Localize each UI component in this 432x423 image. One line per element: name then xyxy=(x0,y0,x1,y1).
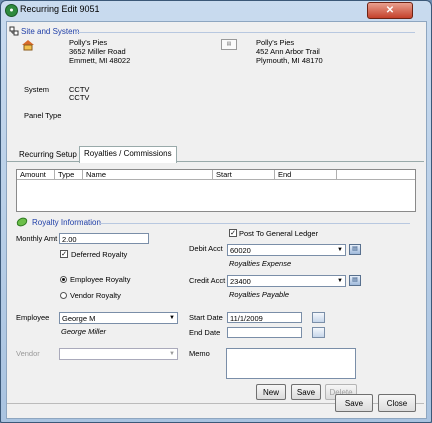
vendor-royalty-radio[interactable] xyxy=(60,292,67,299)
site-system-divider xyxy=(75,32,415,33)
app-icon: ● xyxy=(5,4,18,17)
chevron-down-icon[interactable]: ▼ xyxy=(167,313,177,323)
post-gl-checkbox[interactable]: ✓ xyxy=(229,229,237,237)
grid-header-name[interactable]: Name xyxy=(83,170,213,180)
site-name: Polly's Pies xyxy=(69,38,108,47)
employee-select[interactable]: George M ▼ xyxy=(59,312,178,324)
site-system-header: Site and System xyxy=(21,27,80,36)
debit-acct-label: Debit Acct xyxy=(189,244,223,253)
employee-royalty-radio[interactable] xyxy=(60,276,67,283)
system-label: System xyxy=(24,85,50,94)
grid-header-amount[interactable]: Amount xyxy=(17,170,55,180)
new-button[interactable]: New xyxy=(256,384,286,400)
monthly-amt-input[interactable]: 2.00 xyxy=(59,233,149,244)
credit-acct-value: 23400 xyxy=(230,277,251,286)
calendar-icon[interactable] xyxy=(312,327,325,338)
credit-acct-desc: Royalties Payable xyxy=(229,290,290,299)
vendor-royalty-label[interactable]: Vendor Royalty xyxy=(70,291,121,300)
start-date-input[interactable]: 11/1/2009 xyxy=(227,312,302,323)
panel-type-label: Panel Type xyxy=(24,111,62,120)
grid-header-end[interactable]: End xyxy=(275,170,337,180)
employee-full-name: George Miller xyxy=(61,327,107,336)
vendor-label: Vendor xyxy=(16,349,40,358)
save-button[interactable]: Save xyxy=(335,394,373,412)
deferred-royalty-label[interactable]: Deferred Royalty xyxy=(71,250,127,259)
save-royalty-button[interactable]: Save xyxy=(291,384,321,400)
debit-lookup-icon[interactable]: ▤ xyxy=(349,244,361,255)
employee-royalty-label[interactable]: Employee Royalty xyxy=(70,275,130,284)
debit-acct-desc: Royalties Expense xyxy=(229,259,292,268)
post-gl-label[interactable]: Post To General Ledger xyxy=(239,229,318,238)
employee-label: Employee xyxy=(16,313,50,322)
start-date-label: Start Date xyxy=(189,313,223,322)
royalty-icon xyxy=(16,217,28,227)
house-icon xyxy=(22,40,34,51)
debit-acct-select[interactable]: 60020 ▼ xyxy=(227,244,346,256)
employee-select-value: George M xyxy=(62,314,96,323)
credit-acct-label: Credit Acct xyxy=(189,276,226,285)
royalty-info-header: Royalty Information xyxy=(32,218,101,227)
grid-header-empty xyxy=(337,170,415,180)
vendor-select[interactable]: ▼ xyxy=(59,348,178,360)
memo-textarea[interactable] xyxy=(226,348,356,379)
bill-to-icon: ▤ xyxy=(221,39,237,50)
chevron-down-icon[interactable]: ▼ xyxy=(335,245,345,255)
calendar-icon[interactable] xyxy=(312,312,325,323)
debit-acct-value: 60020 xyxy=(230,246,251,255)
chevron-down-icon[interactable]: ▼ xyxy=(167,349,177,359)
bill-name: Polly's Pies xyxy=(256,38,295,47)
close-button[interactable]: Close xyxy=(378,394,416,412)
royalty-grid[interactable]: Amount Type Name Start End xyxy=(16,169,416,212)
credit-acct-select[interactable]: 23400 ▼ xyxy=(227,275,346,287)
window-title: Recurring Edit 9051 xyxy=(20,4,100,14)
credit-lookup-icon[interactable]: ▤ xyxy=(349,275,361,286)
site-address2: Emmett, MI 48022 xyxy=(69,56,131,65)
tab-recurring-setup[interactable]: Recurring Setup xyxy=(15,148,81,162)
end-date-label: End Date xyxy=(189,328,221,337)
site-system-icon xyxy=(9,26,19,36)
end-date-input[interactable] xyxy=(227,327,302,338)
site-address1: 3652 Miller Road xyxy=(69,47,126,56)
dialog-body: Site and System Polly's Pies 3652 Miller… xyxy=(6,21,427,419)
bill-address2: Plymouth, MI 48170 xyxy=(256,56,323,65)
royalty-info-divider xyxy=(100,223,410,224)
system-value-2: CCTV xyxy=(69,93,90,102)
window-close-button[interactable]: ✕ xyxy=(367,2,413,19)
grid-header-type[interactable]: Type xyxy=(55,170,83,180)
grid-header-start[interactable]: Start xyxy=(213,170,275,180)
dialog-window: ● Recurring Edit 9051 ✕ Site and System … xyxy=(0,0,432,423)
tab-royalties-commissions[interactable]: Royalties / Commissions xyxy=(79,146,177,163)
chevron-down-icon[interactable]: ▼ xyxy=(335,276,345,286)
title-bar: ● Recurring Edit 9051 ✕ xyxy=(1,1,431,19)
monthly-amt-label: Monthly Amt xyxy=(16,234,58,243)
bill-address1: 452 Ann Arbor Trail xyxy=(256,47,320,56)
memo-label: Memo xyxy=(189,349,210,358)
deferred-royalty-checkbox[interactable]: ✓ xyxy=(60,250,68,258)
